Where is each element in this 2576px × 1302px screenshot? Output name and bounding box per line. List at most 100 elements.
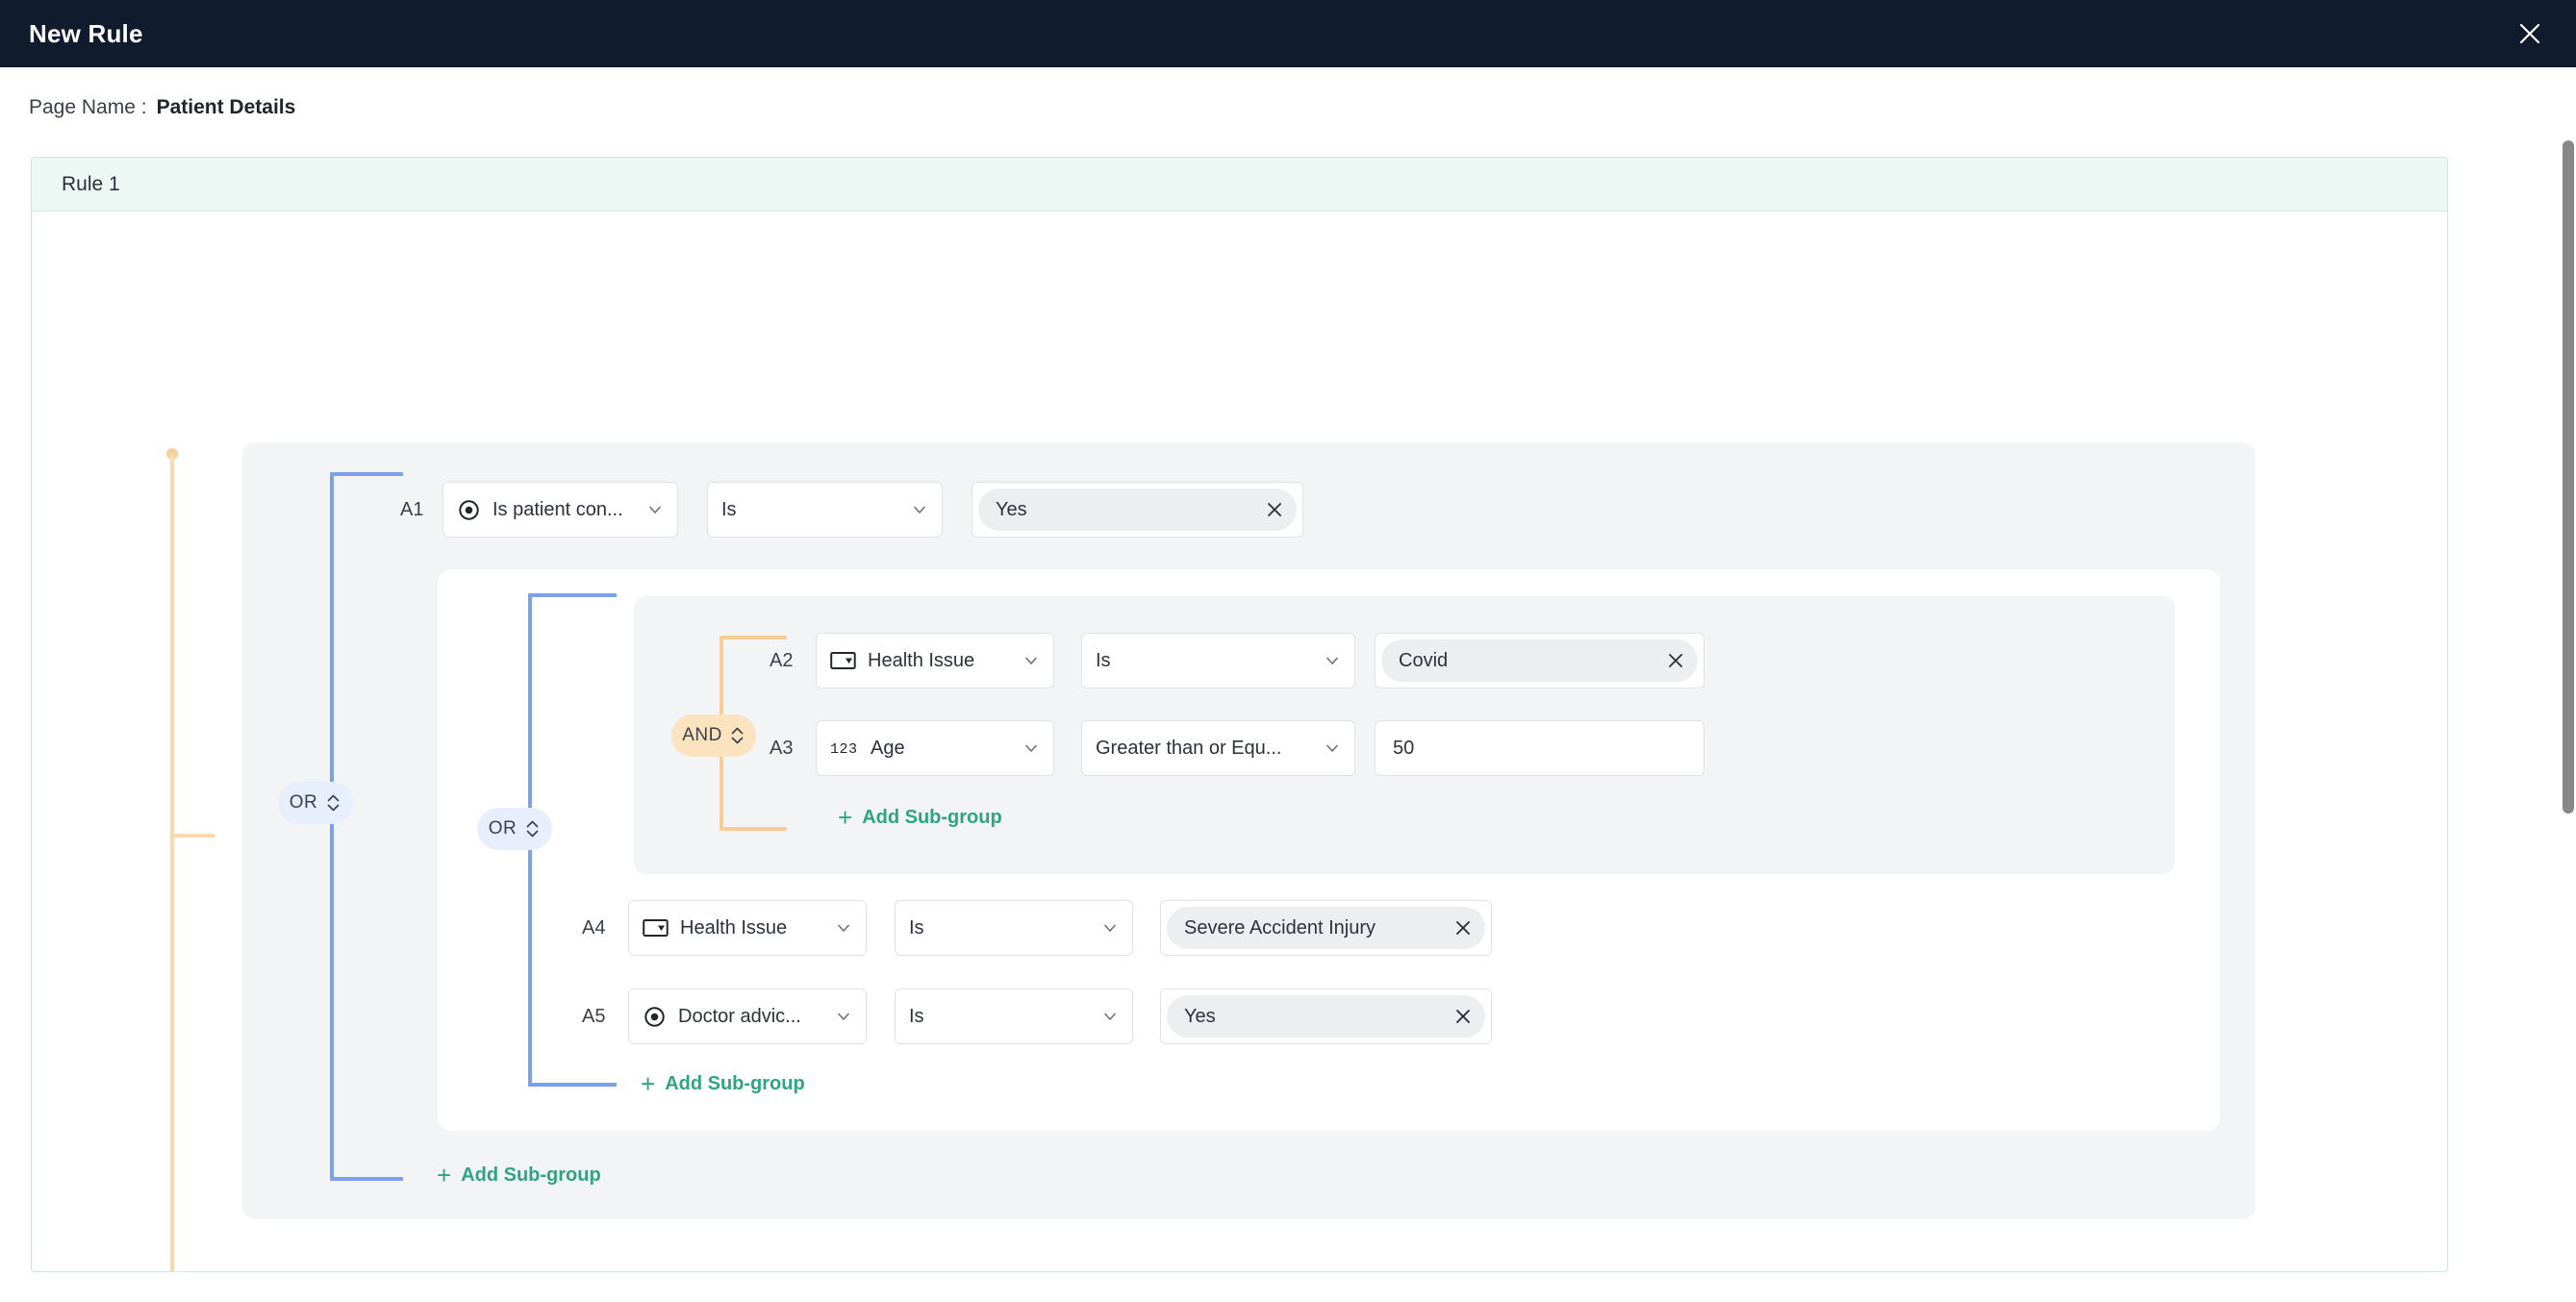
chevron-down-icon xyxy=(1023,652,1040,669)
condition-tag-a2: A2 xyxy=(770,649,794,671)
chevron-down-icon xyxy=(1101,1008,1119,1025)
value-field-a4[interactable]: Severe Accident Injury xyxy=(1160,900,1492,956)
logic-operator-and-label: AND xyxy=(682,725,722,745)
value-chip-a1: Yes xyxy=(978,488,1297,531)
condition-row-a4: A4 Health Issue Is Severe Accident Injur… xyxy=(582,900,1492,956)
chevron-down-icon xyxy=(835,919,852,937)
field-select-a2[interactable]: Health Issue xyxy=(816,633,1054,689)
chevron-down-icon xyxy=(1324,739,1341,757)
close-icon xyxy=(1669,654,1682,667)
chevron-down-icon xyxy=(646,501,664,518)
rule-header: Rule 1 xyxy=(32,158,2447,212)
field-select-a1[interactable]: Is patient con... xyxy=(442,482,678,538)
radio-button-icon xyxy=(457,498,481,522)
close-icon xyxy=(2519,23,2540,44)
sort-updown-icon xyxy=(526,820,539,838)
operator-select-a3-label: Greater than or Equ... xyxy=(1096,737,1282,759)
close-icon xyxy=(1456,1010,1470,1023)
chevron-down-icon xyxy=(835,1008,852,1025)
field-select-a3-label: Age xyxy=(871,737,905,759)
field-select-a3[interactable]: 123 Age xyxy=(816,720,1054,776)
radio-button-icon xyxy=(643,1005,667,1029)
or-bracket-outer xyxy=(330,472,403,1181)
operator-select-a4[interactable]: Is xyxy=(895,900,1133,956)
page-name-value: Patient Details xyxy=(156,96,296,118)
operator-select-a2-label: Is xyxy=(1096,649,1111,671)
group-spine-line xyxy=(170,454,174,1271)
condition-row-a3: A3 123 Age Greater than or Equ... 50 xyxy=(770,720,1705,776)
operator-select-a3[interactable]: Greater than or Equ... xyxy=(1081,720,1355,776)
condition-tag-a3: A3 xyxy=(770,737,794,759)
value-field-a5[interactable]: Yes xyxy=(1160,989,1492,1044)
condition-row-a1: A1 Is patient con... Is Yes xyxy=(400,482,1303,538)
field-select-a2-label: Health Issue xyxy=(868,649,975,671)
value-chip-a5: Yes xyxy=(1167,995,1485,1038)
operator-select-a1[interactable]: Is xyxy=(707,482,943,538)
condition-tag-a1: A1 xyxy=(400,498,424,520)
operator-select-a1-label: Is xyxy=(721,498,737,520)
vertical-scrollbar-track[interactable] xyxy=(2561,67,2576,1302)
add-sub-group-inner-button[interactable]: + Add Sub-group xyxy=(838,805,1002,830)
value-chip-a4-label: Severe Accident Injury xyxy=(1184,916,1376,939)
value-field-a2[interactable]: Covid xyxy=(1375,633,1705,689)
clear-value-a5-button[interactable] xyxy=(1449,1002,1477,1031)
field-select-a5-label: Doctor advic... xyxy=(678,1005,801,1027)
title-bar: New Rule xyxy=(0,0,2576,67)
operator-select-a5[interactable]: Is xyxy=(895,989,1133,1044)
logic-operator-or-outer-label: OR xyxy=(289,792,318,813)
sort-updown-icon xyxy=(327,794,340,812)
operator-select-a2[interactable]: Is xyxy=(1081,633,1355,689)
rule-header-title: Rule 1 xyxy=(62,172,120,195)
svg-text:123: 123 xyxy=(830,741,858,758)
page-title: New Rule xyxy=(29,18,143,48)
add-sub-group-middle-button[interactable]: + Add Sub-group xyxy=(641,1071,805,1096)
plus-icon: + xyxy=(641,1069,656,1098)
add-sub-group-middle-label: Add Sub-group xyxy=(665,1072,805,1094)
condition-tag-a5: A5 xyxy=(582,1005,606,1027)
field-select-a4[interactable]: Health Issue xyxy=(628,900,867,956)
value-chip-a2: Covid xyxy=(1381,639,1698,682)
close-icon xyxy=(1456,921,1470,935)
chevron-down-icon xyxy=(1101,919,1119,937)
chevron-down-icon xyxy=(911,501,928,518)
logic-operator-or-outer[interactable]: OR xyxy=(278,782,353,824)
select-field-icon xyxy=(643,918,669,938)
add-sub-group-outer-button[interactable]: + Add Sub-group xyxy=(437,1163,601,1188)
chevron-down-icon xyxy=(1324,652,1341,669)
clear-value-a4-button[interactable] xyxy=(1449,914,1477,942)
logic-operator-or-inner[interactable]: OR xyxy=(477,808,552,850)
condition-row-a2: A2 Health Issue Is Covid xyxy=(770,633,1705,689)
value-field-a1[interactable]: Yes xyxy=(972,482,1303,538)
value-chip-a5-label: Yes xyxy=(1184,1005,1216,1027)
logic-operator-or-inner-label: OR xyxy=(488,818,518,839)
operator-select-a4-label: Is xyxy=(909,916,924,939)
value-chip-a1-label: Yes xyxy=(996,498,1027,520)
clear-value-a2-button[interactable] xyxy=(1661,646,1690,675)
plus-icon: + xyxy=(437,1161,452,1189)
chevron-down-icon xyxy=(1023,739,1040,757)
condition-tag-a4: A4 xyxy=(582,916,606,939)
sort-updown-icon xyxy=(731,727,744,744)
page-name-label: Page Name : xyxy=(29,96,147,118)
logic-operator-and[interactable]: AND xyxy=(671,714,756,757)
close-icon xyxy=(1268,503,1281,516)
rule-panel: Rule 1 OR A1 Is patient con... Is Yes OR… xyxy=(31,157,2448,1272)
operator-select-a5-label: Is xyxy=(909,1005,924,1027)
rule-body: OR A1 Is patient con... Is Yes OR AND A2… xyxy=(32,212,2447,1271)
condition-row-a5: A5 Doctor advic... Is Yes xyxy=(582,989,1492,1044)
value-chip-a4: Severe Accident Injury xyxy=(1167,907,1485,949)
number-123-icon: 123 xyxy=(830,739,859,758)
page-name-row: Page Name : Patient Details xyxy=(29,96,295,119)
value-input-a3[interactable]: 50 xyxy=(1375,720,1705,776)
vertical-scrollbar-thumb[interactable] xyxy=(2563,140,2574,814)
field-select-a5[interactable]: Doctor advic... xyxy=(628,989,867,1044)
add-sub-group-outer-label: Add Sub-group xyxy=(461,1164,601,1186)
group-spine-tick-middle xyxy=(170,834,215,838)
select-field-icon xyxy=(830,651,856,670)
add-sub-group-inner-label: Add Sub-group xyxy=(862,806,1002,828)
field-select-a1-label: Is patient con... xyxy=(492,498,623,520)
close-dialog-button[interactable] xyxy=(2511,14,2549,53)
value-chip-a2-label: Covid xyxy=(1399,649,1449,671)
plus-icon: + xyxy=(838,803,853,832)
clear-value-a1-button[interactable] xyxy=(1260,495,1289,524)
